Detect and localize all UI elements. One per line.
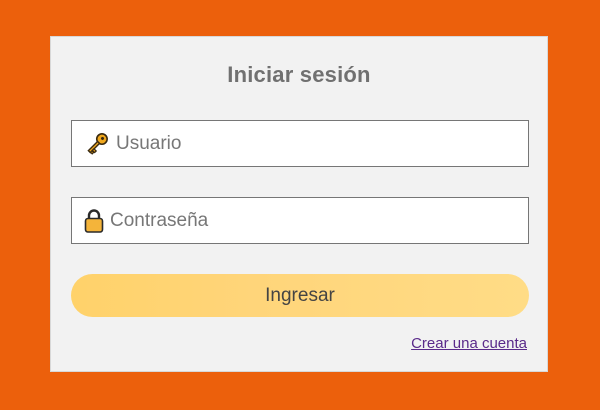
login-button[interactable]: Ingresar	[71, 274, 529, 317]
username-field[interactable]	[71, 120, 529, 167]
login-card: Iniciar sesión Ingresar Crear u	[50, 36, 548, 372]
page-title: Iniciar sesión	[227, 62, 371, 87]
username-input[interactable]	[110, 121, 528, 166]
password-field[interactable]	[71, 197, 529, 244]
key-icon	[84, 131, 110, 157]
lock-icon	[83, 208, 105, 234]
create-account-link[interactable]: Crear una cuenta	[411, 335, 527, 352]
password-input[interactable]	[105, 198, 528, 243]
